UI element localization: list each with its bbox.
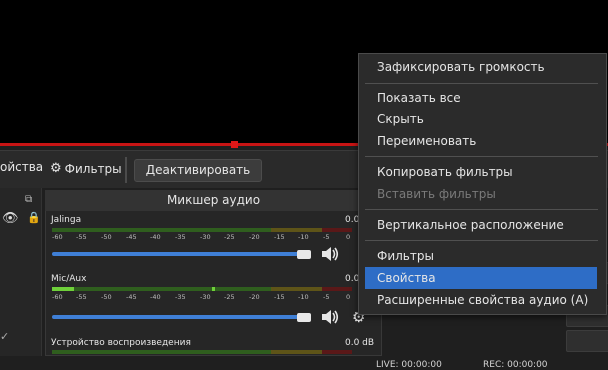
properties-button[interactable]: ойства — [0, 160, 43, 174]
volume-slider-handle[interactable] — [297, 250, 311, 259]
menu-item-hide[interactable]: Скрыть — [377, 112, 424, 126]
menu-separator — [365, 209, 598, 210]
volume-meter — [52, 287, 352, 291]
toolbar-separator — [125, 157, 127, 183]
filters-button-label: Фильтры — [64, 161, 122, 176]
volume-slider[interactable] — [52, 252, 304, 256]
edit-check-icon[interactable]: ✓ — [0, 330, 9, 343]
visibility-eye-icon[interactable]: 👁 — [2, 211, 19, 226]
menu-item-filters[interactable]: Фильтры — [377, 249, 434, 263]
volume-meter-level — [52, 287, 74, 291]
channel-name: Устройство воспроизведения — [51, 338, 191, 348]
speaker-icon[interactable] — [320, 245, 340, 263]
obs-window: ойства ⚙ Фильтры Деактивировать ⧉ 👁 🔒 ✓ … — [0, 0, 608, 370]
deactivate-button[interactable]: Деактивировать — [134, 159, 262, 182]
filter-icon: ⚙ — [50, 161, 62, 176]
side-button[interactable] — [566, 330, 608, 352]
volume-slider-handle[interactable] — [297, 313, 311, 322]
volume-meter — [52, 350, 352, 354]
meter-scale: -60 -55 -50 -45 -40 -35 -30 -25 -20 -15 … — [52, 293, 351, 301]
menu-separator — [365, 83, 598, 84]
channel-name: Jalinga — [51, 215, 82, 225]
audio-mixer-title: Микшер аудио — [45, 190, 382, 211]
menu-item-vertical-layout[interactable]: Вертикальное расположение — [377, 218, 564, 232]
menu-item-copy-filters[interactable]: Копировать фильтры — [377, 165, 513, 179]
menu-item-paste-filters: Вставить фильтры — [377, 187, 496, 201]
speaker-icon[interactable] — [320, 308, 340, 326]
resize-handle[interactable] — [231, 141, 238, 148]
channel-name: Mic/Aux — [51, 274, 87, 284]
menu-item-properties[interactable]: Свойства — [377, 271, 436, 285]
volume-meter — [52, 228, 352, 232]
menu-item-advanced-audio[interactable]: Расширенные свойства аудио (A) — [377, 293, 588, 307]
menu-item-rename[interactable]: Переименовать — [377, 134, 476, 148]
undock-icon[interactable]: ⧉ — [25, 194, 32, 205]
menu-item-show-all[interactable]: Показать все — [377, 91, 461, 105]
lock-icon[interactable]: 🔒 — [27, 211, 41, 224]
menu-separator — [365, 156, 598, 157]
audio-mixer-panel — [45, 190, 382, 356]
channel-db-value: 0.0 dB — [345, 338, 375, 348]
volume-meter-peak — [212, 287, 215, 291]
volume-slider[interactable] — [52, 315, 304, 319]
menu-item-lock-volume[interactable]: Зафиксировать громкость — [377, 60, 545, 74]
filters-button[interactable]: ⚙ Фильтры — [50, 161, 122, 176]
live-status: LIVE: 00:00:00 — [376, 360, 442, 370]
meter-scale: -60 -55 -50 -45 -40 -35 -30 -25 -20 -15 … — [52, 233, 351, 241]
rec-status: REC: 00:00:00 — [483, 360, 548, 370]
menu-separator — [365, 240, 598, 241]
